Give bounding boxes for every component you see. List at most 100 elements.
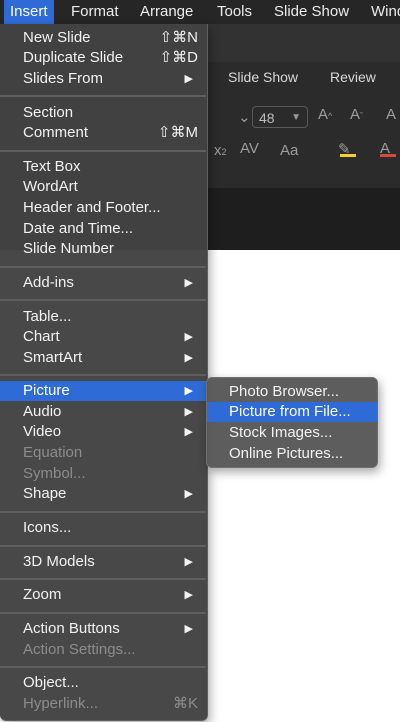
shortcut-label: ⇧⌘D <box>159 49 198 66</box>
menu-item-label: Picture <box>23 382 70 399</box>
menu-item-hyperlink: Hyperlink... ⌘K <box>0 694 207 714</box>
submenu-arrow-icon: ▶ <box>184 385 193 397</box>
highlight-color-swatch <box>340 154 356 157</box>
insert-menu: New Slide ⇧⌘N Duplicate Slide ⇧⌘D Slides… <box>0 24 208 721</box>
character-spacing-icon[interactable]: AV <box>240 140 259 157</box>
menu-item-text-box[interactable]: Text Box <box>0 157 207 177</box>
menu-item-section[interactable]: Section <box>0 103 207 123</box>
submenu-arrow-icon: ▶ <box>184 331 193 343</box>
menu-item-video[interactable]: Video ▶ <box>0 422 207 442</box>
font-size-field[interactable]: 48 ▼ <box>252 106 308 128</box>
submenu-arrow-icon: ▶ <box>184 352 193 364</box>
menu-item-slide-number[interactable]: Slide Number <box>0 239 207 259</box>
menu-separator <box>0 612 206 614</box>
menu-item-label: Text Box <box>23 158 81 175</box>
tab-slide-show[interactable]: Slide Show <box>228 62 298 92</box>
menubar-tools[interactable]: Tools <box>211 0 258 24</box>
menu-bar: Insert Format Arrange Tools Slide Show W… <box>0 0 400 24</box>
menu-item-label: Table... <box>23 308 72 325</box>
menu-item-label: Date and Time... <box>23 220 134 237</box>
menu-separator <box>0 666 206 668</box>
menu-item-label: Duplicate Slide <box>23 49 124 66</box>
chevron-down-icon: ▼ <box>291 112 301 123</box>
submenu-arrow-icon: ▶ <box>184 556 193 568</box>
screen: Insert Format Arrange Tools Slide Show W… <box>0 0 400 722</box>
menu-item-audio[interactable]: Audio ▶ <box>0 402 207 422</box>
menu-item-wordart[interactable]: WordArt <box>0 177 207 197</box>
menu-item-picture[interactable]: Picture ▶ <box>0 381 207 401</box>
menu-separator <box>0 578 206 580</box>
change-case-icon[interactable]: Aa <box>280 142 298 159</box>
menu-item-action-settings: Action Settings... <box>0 640 207 660</box>
menu-item-label: New Slide <box>23 29 91 46</box>
menu-item-label: Action Buttons <box>23 620 120 637</box>
font-color-swatch <box>380 154 396 157</box>
font-size-value: 48 <box>259 110 275 126</box>
menu-item-label: Shape <box>23 485 67 502</box>
menu-item-label: Equation <box>23 444 83 461</box>
menubar-window[interactable]: Window <box>365 0 400 24</box>
menu-item-label: Hyperlink... <box>23 695 99 712</box>
menu-item-label: Stock Images... <box>229 424 333 441</box>
subscript-icon[interactable]: x2 <box>214 142 227 159</box>
menu-item-label: Video <box>23 423 62 440</box>
menu-item-3d-models[interactable]: 3D Models ▶ <box>0 552 207 572</box>
menu-item-slides-from[interactable]: Slides From ▶ <box>0 69 207 89</box>
menu-separator <box>0 511 206 513</box>
menu-item-label: Zoom <box>23 586 62 603</box>
menu-item-smartart[interactable]: SmartArt ▶ <box>0 348 207 368</box>
menu-item-label: Online Pictures... <box>229 445 344 462</box>
menu-separator <box>0 545 206 547</box>
menu-item-label: WordArt <box>23 178 78 195</box>
font-name-chevron-icon[interactable]: ⌄ <box>238 108 251 126</box>
menu-item-label: Slides From <box>23 70 104 87</box>
menu-item-action-buttons[interactable]: Action Buttons ▶ <box>0 619 207 639</box>
menubar-arrange[interactable]: Arrange <box>134 0 199 24</box>
menu-item-new-slide[interactable]: New Slide ⇧⌘N <box>0 28 207 48</box>
submenu-item-online-pictures[interactable]: Online Pictures... <box>207 444 377 464</box>
submenu-arrow-icon: ▶ <box>184 406 193 418</box>
menu-item-object[interactable]: Object... <box>0 673 207 693</box>
shrink-font-icon[interactable]: Aˇ <box>350 106 363 123</box>
menu-item-icons[interactable]: Icons... <box>0 518 207 538</box>
clear-format-icon[interactable]: A <box>386 106 396 123</box>
submenu-item-stock-images[interactable]: Stock Images... <box>207 423 377 443</box>
menubar-insert[interactable]: Insert <box>4 0 54 24</box>
menu-item-label: SmartArt <box>23 349 83 366</box>
tab-review[interactable]: Review <box>330 62 376 92</box>
menu-separator <box>0 299 206 301</box>
menu-item-date-time[interactable]: Date and Time... <box>0 219 207 239</box>
menu-item-label: Header and Footer... <box>23 199 161 216</box>
menu-item-shape[interactable]: Shape ▶ <box>0 484 207 504</box>
menu-item-label: Action Settings... <box>23 641 136 658</box>
menu-item-header-footer[interactable]: Header and Footer... <box>0 198 207 218</box>
submenu-arrow-icon: ▶ <box>184 623 193 635</box>
menu-item-label: Symbol... <box>23 465 86 482</box>
submenu-arrow-icon: ▶ <box>184 277 193 289</box>
grow-font-icon[interactable]: A^ <box>318 106 332 123</box>
submenu-arrow-icon: ▶ <box>184 589 193 601</box>
menu-item-label: Chart <box>23 328 60 345</box>
shortcut-label: ⇧⌘N <box>159 29 198 46</box>
menu-item-label: Add-ins <box>23 274 74 291</box>
menu-item-comment[interactable]: Comment ⇧⌘M <box>0 123 207 143</box>
menubar-format[interactable]: Format <box>65 0 125 24</box>
menu-item-label: Audio <box>23 403 62 420</box>
submenu-item-picture-from-file[interactable]: Picture from File... <box>207 402 377 422</box>
menu-separator <box>0 266 206 268</box>
menu-item-table[interactable]: Table... <box>0 307 207 327</box>
shortcut-label: ⌘K <box>172 695 198 712</box>
menu-item-label: Object... <box>23 674 79 691</box>
menu-item-equation: Equation <box>0 443 207 463</box>
menu-item-zoom[interactable]: Zoom ▶ <box>0 585 207 605</box>
submenu-arrow-icon: ▶ <box>184 488 193 500</box>
submenu-item-photo-browser[interactable]: Photo Browser... <box>207 382 377 402</box>
menu-item-duplicate-slide[interactable]: Duplicate Slide ⇧⌘D <box>0 48 207 68</box>
menu-item-chart[interactable]: Chart ▶ <box>0 327 207 347</box>
menu-separator <box>0 374 206 376</box>
menu-item-add-ins[interactable]: Add-ins ▶ <box>0 273 207 293</box>
menu-item-label: Slide Number <box>23 240 114 257</box>
menubar-slide-show[interactable]: Slide Show <box>268 0 355 24</box>
submenu-arrow-icon: ▶ <box>184 426 193 438</box>
menu-item-label: 3D Models <box>23 553 95 570</box>
